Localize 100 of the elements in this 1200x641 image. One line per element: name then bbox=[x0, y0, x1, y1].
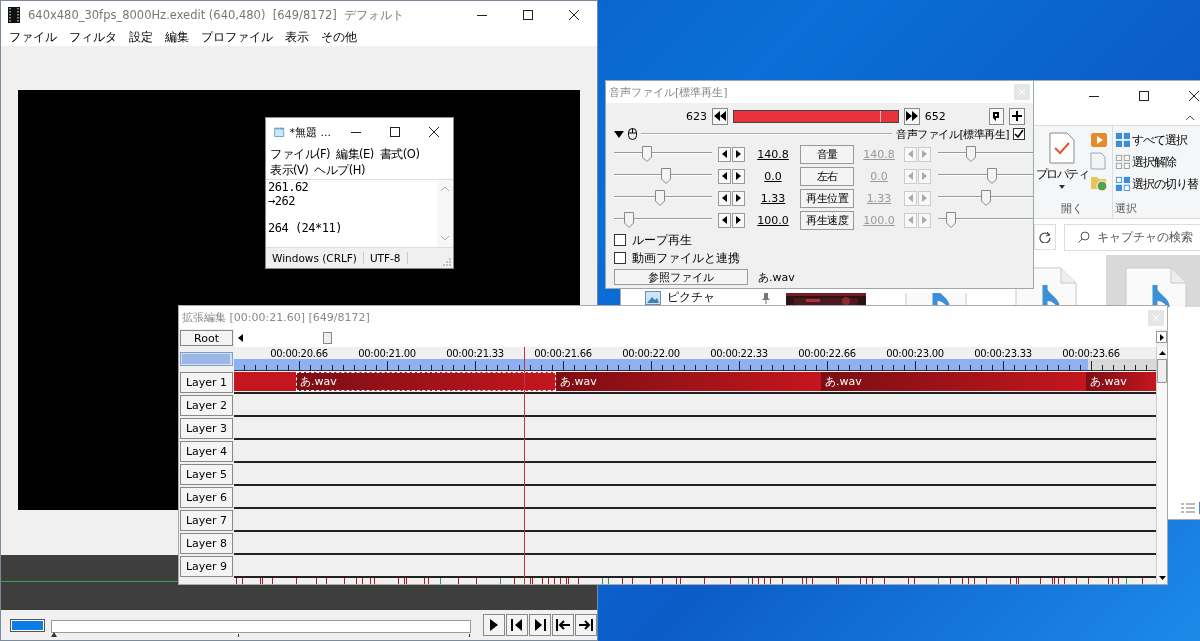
menu-item[interactable]: その他 bbox=[315, 29, 363, 46]
slider-thumb[interactable] bbox=[660, 168, 671, 184]
ribbon-button[interactable]: 選択解除 bbox=[1115, 152, 1198, 172]
value-link[interactable]: 1.33 bbox=[752, 191, 794, 205]
folder-history-icon[interactable] bbox=[1090, 174, 1108, 192]
step-back-button[interactable] bbox=[506, 614, 528, 636]
pin-icon[interactable] bbox=[761, 291, 771, 304]
ribbon-button[interactable]: 選択の切り替 bbox=[1115, 174, 1198, 194]
ribbon-button[interactable]: すべて選択 bbox=[1115, 130, 1198, 150]
layer-button[interactable]: Layer 9 bbox=[180, 556, 233, 577]
parameter-button[interactable]: 再生速度 bbox=[800, 210, 854, 230]
slider[interactable] bbox=[938, 212, 1033, 228]
slider-thumb[interactable] bbox=[981, 190, 991, 206]
frame-range-bar[interactable] bbox=[732, 109, 900, 123]
value-link[interactable]: 140.8 bbox=[752, 147, 794, 161]
slider[interactable] bbox=[614, 146, 712, 162]
next-button[interactable] bbox=[904, 107, 920, 125]
slider-thumb[interactable] bbox=[987, 168, 997, 184]
scroll-right-button[interactable] bbox=[1156, 331, 1167, 343]
resize-grip-icon[interactable] bbox=[443, 258, 451, 266]
increment-button[interactable] bbox=[732, 146, 745, 162]
slider-thumb[interactable] bbox=[946, 212, 956, 228]
layer-button[interactable]: Layer 8 bbox=[180, 533, 233, 554]
slider-thumb[interactable] bbox=[655, 190, 666, 206]
slider[interactable] bbox=[614, 190, 712, 206]
skip-end-button[interactable] bbox=[575, 614, 597, 636]
audio-clip[interactable]: あ.wav bbox=[556, 372, 821, 391]
media-play-icon[interactable] bbox=[1090, 132, 1108, 148]
layer-button[interactable]: Layer 2 bbox=[180, 395, 233, 416]
time-ruler-drawing[interactable] bbox=[234, 359, 1156, 371]
menu-item[interactable]: 設定 bbox=[123, 29, 159, 46]
horizontal-scrollbar[interactable] bbox=[234, 329, 1156, 347]
menu-item[interactable]: 編集(E) bbox=[333, 146, 377, 162]
slider[interactable] bbox=[614, 168, 712, 184]
decrement-button[interactable] bbox=[718, 168, 731, 184]
parameter-button[interactable]: 音量 bbox=[800, 144, 854, 164]
layer-button[interactable]: Layer 7 bbox=[180, 510, 233, 531]
nav-item[interactable]: ピクチャ bbox=[667, 291, 755, 304]
audio-clip[interactable]: あ.wav bbox=[1086, 372, 1156, 391]
step-forward-button[interactable] bbox=[529, 614, 551, 636]
details-view-icon[interactable] bbox=[1181, 502, 1195, 514]
decrement-button[interactable] bbox=[718, 212, 731, 228]
menu-item[interactable]: ファイル(F) bbox=[267, 146, 334, 162]
scroll-down-icon[interactable] bbox=[1158, 576, 1166, 580]
menu-item[interactable]: フィルタ bbox=[63, 29, 123, 46]
menu-item[interactable]: 表示(V) bbox=[267, 162, 312, 178]
increment-button[interactable] bbox=[732, 168, 745, 184]
scrollbar-thumb[interactable] bbox=[323, 332, 332, 344]
add-button[interactable] bbox=[1009, 107, 1026, 125]
file-tile[interactable] bbox=[1106, 255, 1200, 307]
value-link[interactable]: 0.0 bbox=[752, 169, 794, 183]
slider[interactable] bbox=[938, 190, 1033, 206]
scrollbar-thumb[interactable] bbox=[1157, 359, 1167, 383]
search-field[interactable]: キャプチャの検索 bbox=[1064, 223, 1200, 251]
scroll-up-icon[interactable] bbox=[1158, 351, 1166, 355]
slider-thumb[interactable] bbox=[642, 146, 653, 162]
seek-slider[interactable] bbox=[51, 619, 471, 637]
checkbox[interactable] bbox=[1013, 128, 1025, 140]
layer-button[interactable]: Layer 5 bbox=[180, 464, 233, 485]
menu-item[interactable]: プロファイル bbox=[195, 29, 279, 46]
decrement-button[interactable] bbox=[718, 146, 731, 162]
increment-button[interactable] bbox=[732, 212, 745, 228]
slider[interactable] bbox=[938, 146, 1033, 162]
skip-start-button[interactable] bbox=[552, 614, 574, 636]
layer-button[interactable]: Layer 4 bbox=[180, 441, 233, 462]
menu-item[interactable]: 表示 bbox=[279, 29, 315, 46]
slider-thumb[interactable] bbox=[966, 146, 976, 162]
menu-item[interactable]: ヘルプ(H) bbox=[311, 162, 368, 178]
audio-clip[interactable]: あ.wav bbox=[296, 372, 556, 391]
slider[interactable] bbox=[938, 168, 1033, 184]
root-button[interactable]: Root bbox=[180, 330, 233, 346]
layer-button[interactable]: Layer 3 bbox=[180, 418, 233, 439]
checkbox[interactable] bbox=[614, 234, 626, 246]
previous-button[interactable] bbox=[712, 107, 728, 125]
menu-item[interactable]: ファイル bbox=[3, 29, 63, 46]
layer-button[interactable]: Layer 6 bbox=[180, 487, 233, 508]
collapse-ribbon-icon[interactable] bbox=[1185, 115, 1195, 121]
parameter-button[interactable]: 左右 bbox=[800, 166, 854, 186]
increment-button[interactable] bbox=[732, 190, 745, 206]
vertical-scrollbar[interactable] bbox=[1156, 347, 1167, 584]
audio-clip[interactable]: あ.wav bbox=[821, 372, 1086, 391]
refresh-button[interactable] bbox=[1034, 224, 1056, 250]
link-button[interactable] bbox=[988, 107, 1005, 125]
audio-clip[interactable] bbox=[234, 372, 296, 391]
parameter-button[interactable]: 再生位置 bbox=[800, 188, 854, 208]
zoom-gauge-icon[interactable] bbox=[180, 352, 233, 366]
browse-file-button[interactable]: 参照ファイル bbox=[614, 269, 748, 285]
checkbox[interactable] bbox=[614, 252, 626, 264]
collapse-icon[interactable] bbox=[614, 130, 624, 138]
properties-button[interactable]: プロパティ bbox=[1035, 130, 1088, 197]
slider-thumb[interactable] bbox=[623, 212, 634, 228]
decrement-button[interactable] bbox=[718, 190, 731, 206]
play-button[interactable] bbox=[483, 614, 505, 636]
menu-item[interactable]: 書式(O) bbox=[376, 146, 423, 162]
document-icon[interactable] bbox=[1090, 152, 1106, 170]
menu-item[interactable]: 編集 bbox=[159, 29, 195, 46]
value-link[interactable]: 100.0 bbox=[752, 213, 794, 227]
slider[interactable] bbox=[614, 212, 712, 228]
text-content[interactable]: 261.62 →262 264 (24*11) bbox=[266, 180, 437, 247]
layer-button[interactable]: Layer 1 bbox=[180, 372, 233, 393]
